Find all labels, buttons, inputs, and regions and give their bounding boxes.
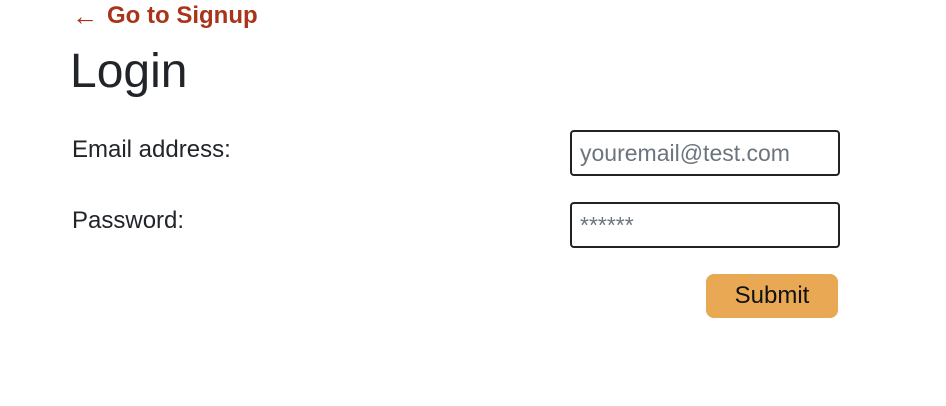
left-arrow-icon: ← [72,1,98,31]
password-label: Password: [72,207,185,234]
login-page: ← Go to Signup Login Email address: Pass… [0,0,946,406]
email-label: Email address: [72,136,231,163]
email-field[interactable] [570,130,840,176]
go-to-signup-label: Go to Signup [107,2,258,29]
page-title: Login [70,45,188,98]
password-field[interactable] [570,202,840,248]
go-to-signup-link[interactable]: ← Go to Signup [72,1,258,31]
submit-button[interactable]: Submit [706,274,838,318]
